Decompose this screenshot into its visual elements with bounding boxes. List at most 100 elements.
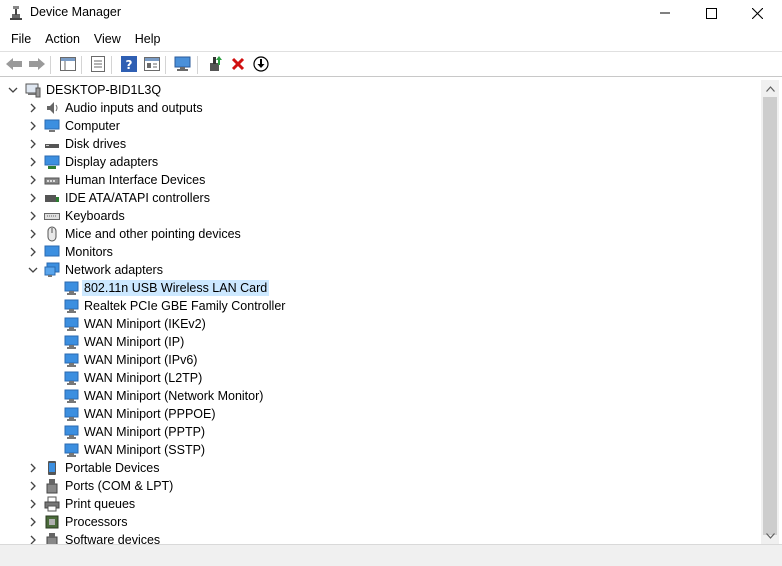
expand-chevron-icon[interactable]: [27, 498, 39, 510]
network-adapter-item[interactable]: WAN Miniport (PPTP): [1, 423, 701, 441]
maximize-button[interactable]: [688, 0, 734, 26]
disk-drive-icon: [44, 136, 60, 152]
tree-category[interactable]: Monitors: [1, 243, 701, 261]
network-adapter-item[interactable]: WAN Miniport (IKEv2): [1, 315, 701, 333]
properties-button[interactable]: [88, 55, 108, 75]
minimize-button[interactable]: [642, 0, 688, 26]
expand-chevron-icon[interactable]: [27, 246, 39, 258]
tree-category[interactable]: Portable Devices: [1, 459, 701, 477]
svg-text:?: ?: [126, 58, 133, 72]
speaker-icon: [44, 100, 60, 116]
expand-chevron-icon[interactable]: [27, 210, 39, 222]
toolbar-separator: [197, 56, 198, 74]
tree-category[interactable]: Disk drives: [1, 135, 701, 153]
menu-bar: File Action View Help: [0, 28, 782, 50]
network-card-icon: [63, 424, 79, 440]
collapse-chevron-icon[interactable]: [27, 264, 39, 276]
network-adapter-item[interactable]: Realtek PCIe GBE Family Controller: [1, 297, 701, 315]
network-card-icon: [63, 280, 79, 296]
computer-name: DESKTOP-BID1L3Q: [46, 83, 162, 97]
update-driver-icon: [207, 55, 223, 75]
tree-category[interactable]: Audio inputs and outputs: [1, 99, 701, 117]
menu-help[interactable]: Help: [128, 29, 168, 49]
update-driver-button[interactable]: [205, 55, 225, 75]
category-label: Human Interface Devices: [65, 173, 206, 187]
expand-chevron-icon[interactable]: [27, 534, 39, 544]
help-button[interactable]: ?: [119, 55, 139, 75]
toolbar-separator: [165, 56, 166, 74]
mouse-icon: [44, 226, 60, 242]
network-adapter-item[interactable]: WAN Miniport (L2TP): [1, 369, 701, 387]
tree-category[interactable]: Keyboards: [1, 207, 701, 225]
close-button[interactable]: [734, 0, 780, 26]
network-card-icon: [63, 406, 79, 422]
tree-category-network-adapters[interactable]: Network adapters: [1, 261, 701, 279]
vertical-scrollbar[interactable]: [761, 80, 779, 544]
network-adapter-item[interactable]: WAN Miniport (PPPOE): [1, 405, 701, 423]
category-label: Display adapters: [65, 155, 159, 169]
tree-category[interactable]: Computer: [1, 117, 701, 135]
network-adapter-item[interactable]: WAN Miniport (SSTP): [1, 441, 701, 459]
tree-category[interactable]: Software devices: [1, 531, 701, 544]
toolbar-separator: [111, 56, 112, 74]
category-label: Keyboards: [65, 209, 125, 223]
adapter-label: WAN Miniport (SSTP): [84, 443, 206, 457]
tree-category[interactable]: IDE ATA/ATAPI controllers: [1, 189, 701, 207]
tree-category[interactable]: Display adapters: [1, 153, 701, 171]
scan-hardware-button[interactable]: [173, 55, 193, 75]
collapse-chevron-icon[interactable]: [7, 84, 19, 96]
title-bar: Device Manager: [0, 0, 782, 26]
tree-category[interactable]: Processors: [1, 513, 701, 531]
expand-chevron-icon[interactable]: [27, 228, 39, 240]
menu-action[interactable]: Action: [38, 29, 87, 49]
tree-category[interactable]: Mice and other pointing devices: [1, 225, 701, 243]
menu-file[interactable]: File: [4, 29, 38, 49]
expand-chevron-icon[interactable]: [27, 138, 39, 150]
back-button[interactable]: [4, 55, 24, 75]
network-card-icon: [63, 334, 79, 350]
expand-chevron-icon[interactable]: [27, 102, 39, 114]
uninstall-device-button[interactable]: [228, 55, 248, 75]
adapter-label: WAN Miniport (Network Monitor): [84, 389, 264, 403]
expand-chevron-icon[interactable]: [27, 156, 39, 168]
view-button[interactable]: [142, 55, 162, 75]
expand-chevron-icon[interactable]: [27, 192, 39, 204]
keyboard-icon: [44, 208, 60, 224]
port-icon: [44, 478, 60, 494]
network-adapter-item[interactable]: WAN Miniport (IPv6): [1, 351, 701, 369]
disable-device-button[interactable]: [251, 55, 271, 75]
expand-chevron-icon[interactable]: [27, 120, 39, 132]
network-card-icon: [63, 316, 79, 332]
window-title: Device Manager: [30, 5, 122, 19]
properties-icon: [91, 55, 105, 75]
forward-button[interactable]: [27, 55, 47, 75]
toolbar-separator: [50, 56, 51, 74]
network-card-icon: [63, 370, 79, 386]
tree-category[interactable]: Print queues: [1, 495, 701, 513]
show-hide-console-tree-button[interactable]: [58, 55, 78, 75]
toolbar-separator: [81, 56, 82, 74]
tree-category[interactable]: Human Interface Devices: [1, 171, 701, 189]
expand-chevron-icon[interactable]: [27, 480, 39, 492]
category-label: Processors: [65, 515, 128, 529]
expand-chevron-icon[interactable]: [27, 462, 39, 474]
menu-view[interactable]: View: [87, 29, 128, 49]
tree-root[interactable]: DESKTOP-BID1L3Q: [1, 81, 701, 99]
network-adapter-item-selected[interactable]: 802.11n USB Wireless LAN Card: [1, 279, 701, 297]
category-label: Portable Devices: [65, 461, 160, 475]
expand-chevron-icon[interactable]: [27, 516, 39, 528]
network-adapter-icon: [44, 262, 60, 278]
category-label: Mice and other pointing devices: [65, 227, 241, 241]
tree-category[interactable]: Ports (COM & LPT): [1, 477, 701, 495]
computer-root-icon: [25, 82, 41, 98]
back-icon: [5, 57, 23, 74]
monitor-icon: [44, 244, 60, 260]
network-adapter-item[interactable]: WAN Miniport (Network Monitor): [1, 387, 701, 405]
scroll-up-button[interactable]: [761, 80, 779, 97]
network-adapter-item[interactable]: WAN Miniport (IP): [1, 333, 701, 351]
scroll-down-button[interactable]: [761, 527, 779, 544]
scrollbar-thumb[interactable]: [763, 97, 777, 535]
device-tree: DESKTOP-BID1L3Q Audio inputs and outputs…: [1, 79, 761, 544]
expand-chevron-icon[interactable]: [27, 174, 39, 186]
computer-icon: [44, 118, 60, 134]
